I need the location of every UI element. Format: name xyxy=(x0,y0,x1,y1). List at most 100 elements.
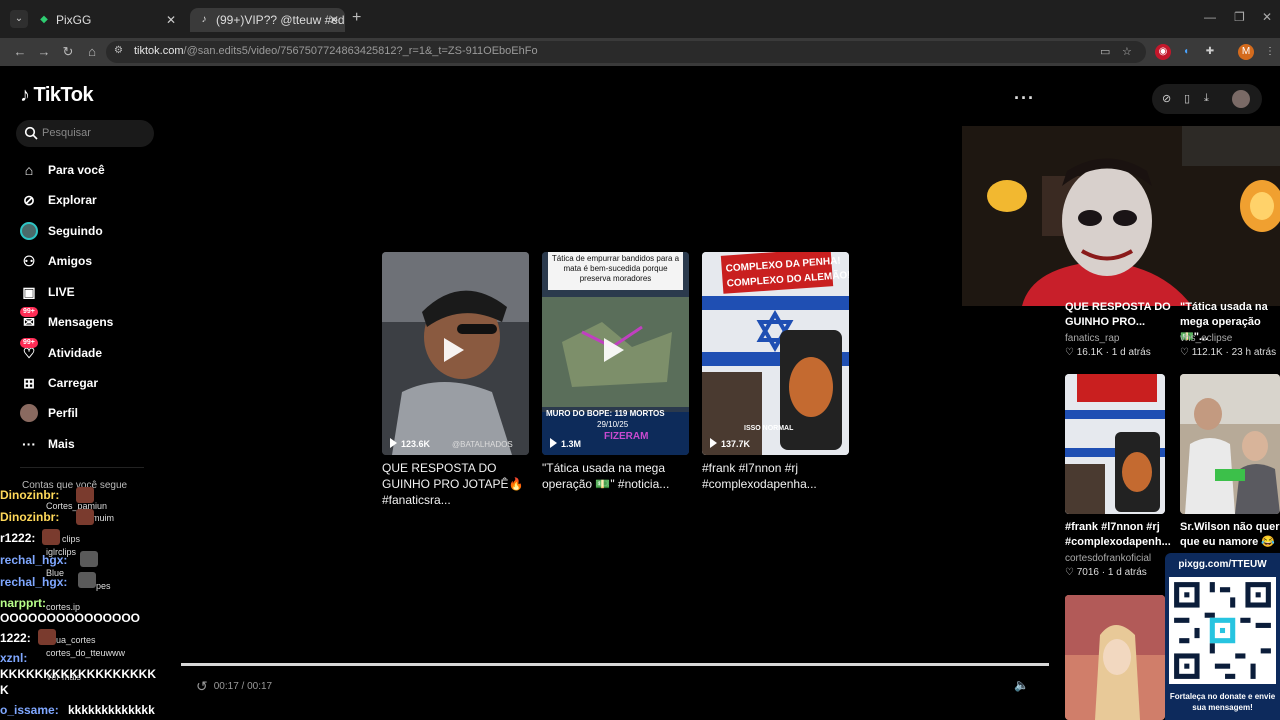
chat-message: K xyxy=(0,683,9,697)
player-time: ↺ 00:17 / 00:17 xyxy=(196,678,273,694)
download-icon[interactable]: ⤓ xyxy=(1204,92,1209,105)
video-caption[interactable]: #frank #l7nnon #rj #complexodapenha... xyxy=(702,460,854,492)
recommended-caption[interactable]: #frank #l7nnon #rj #complexodapenh... xyxy=(1065,520,1175,550)
thumbnail-watermark: @BATALHADOS xyxy=(452,440,513,449)
new-tab-icon[interactable]: + xyxy=(352,9,361,27)
bookmark-star-icon[interactable]: ☆ xyxy=(1122,45,1132,58)
pixgg-favicon-icon: ◆ xyxy=(40,14,48,25)
tab-title: PixGG xyxy=(56,13,92,27)
tab-tiktok[interactable]: ♪ (99+)VIP?? @tteuw #edit #tteuw ✕ xyxy=(190,8,345,32)
sidebar-item-atividade[interactable]: ♡ 99+ Atividade xyxy=(20,338,102,364)
volume-icon[interactable]: 🔈 xyxy=(1014,678,1029,692)
chat-username: Dinozinbr: xyxy=(0,488,60,502)
video-card[interactable]: COMPLEXO DA PENHA! COMPLEXO DO ALEMÃO! I… xyxy=(702,252,849,455)
tab-search-chevron-icon[interactable]: ⌄ xyxy=(10,10,28,28)
sidebar-item-seguindo[interactable]: Seguindo xyxy=(20,220,103,242)
close-tab-icon[interactable]: ✕ xyxy=(329,8,339,32)
video-card[interactable]: @BATALHADOS 123.6K xyxy=(382,252,529,455)
recommended-stats: ♡ 16.1K · 1 d atrás xyxy=(1065,347,1151,358)
back-icon[interactable]: ← xyxy=(10,42,30,62)
forward-icon[interactable]: → xyxy=(34,42,54,62)
recommended-thumbnail[interactable] xyxy=(1180,374,1280,514)
top-actions-bar: ⊘ ▯ ⤓ xyxy=(1152,84,1262,114)
following-account-name[interactable]: cortes_do_tteuwww xyxy=(46,648,125,658)
extensions-puzzle-icon[interactable]: ✚ xyxy=(1202,44,1218,60)
friends-icon: ⚇ xyxy=(22,253,36,269)
recommended-author[interactable]: fanatics_rap xyxy=(1065,333,1119,344)
recommended-stats: ♡ 7016 · 1 d atrás xyxy=(1065,567,1147,578)
following-account-name[interactable]: ua_cortes xyxy=(56,635,96,645)
chat-username: o_issame: xyxy=(0,703,59,717)
replay-icon[interactable]: ↺ xyxy=(196,678,208,694)
following-account-name[interactable]: clips xyxy=(62,534,80,544)
browser-menu-icon[interactable]: ⋮ xyxy=(1262,44,1278,60)
tiktok-favicon-icon: ♪ xyxy=(201,14,207,25)
extension-red-icon[interactable]: ◉ xyxy=(1155,44,1171,60)
video-card[interactable]: Tática de empurrar bandidos para a mata … xyxy=(542,252,689,455)
chat-message: OOOOOOOOOOOOOOO xyxy=(0,611,141,625)
video-progress-bar[interactable] xyxy=(181,663,1049,666)
recommended-caption[interactable]: QUE RESPOSTA DO GUINHO PRO... xyxy=(1065,300,1175,330)
chat-emote xyxy=(76,487,94,503)
address-bar[interactable]: ⚙ tiktok.com/@san.edits5/video/756750772… xyxy=(106,41,1146,63)
cast-icon[interactable]: ▭ xyxy=(1100,45,1110,58)
home-icon[interactable]: ⌂ xyxy=(82,42,102,62)
tiktok-logo[interactable]: ♪ TikTok xyxy=(20,84,94,107)
coin-icon[interactable]: ⊘ xyxy=(1162,92,1171,105)
chat-username: narpprt: xyxy=(0,596,46,610)
chat-username: rechal_hgx: xyxy=(0,575,68,589)
recommended-author[interactable]: vhs_eclipse xyxy=(1180,333,1232,344)
sidebar-item-para-voce[interactable]: ⌂ Para você xyxy=(20,159,105,181)
chat-message: KKKKKKKKKKKKKKKKKK xyxy=(0,667,156,681)
following-account-name[interactable]: pes xyxy=(96,581,111,591)
profile-avatar-icon xyxy=(20,404,38,422)
sidebar-item-carregar[interactable]: ⊞ Carregar xyxy=(20,372,98,394)
play-icon[interactable] xyxy=(444,338,464,362)
chat-emote xyxy=(76,509,94,525)
sidebar-item-live[interactable]: ▣ LIVE xyxy=(20,281,74,303)
donation-url: pixgg.com/TTEUW xyxy=(1178,559,1267,570)
sidebar-item-mensagens[interactable]: ✉ 99+ Mensagens xyxy=(20,307,113,333)
search-input[interactable]: Pesquisar xyxy=(16,120,154,147)
reload-icon[interactable]: ↻ xyxy=(58,42,78,62)
chat-emote xyxy=(38,629,56,645)
sidebar-item-amigos[interactable]: ⚇ Amigos xyxy=(20,250,92,272)
upload-icon: ⊞ xyxy=(23,375,35,391)
recommended-thumbnail[interactable] xyxy=(1065,374,1165,514)
sidebar-item-explorar[interactable]: ⊘ Explorar xyxy=(20,189,97,211)
browser-tab-bar: ⌄ ◆ PixGG ✕ ♪ (99+)VIP?? @tteuw #edit #t… xyxy=(0,0,1280,38)
compass-icon: ⊘ xyxy=(23,192,35,208)
progress-fill xyxy=(181,663,1049,666)
phone-app-icon[interactable]: ▯ xyxy=(1184,92,1190,105)
sidebar-item-perfil[interactable]: Perfil xyxy=(20,402,78,424)
close-window-icon[interactable]: ✕ xyxy=(1262,10,1272,24)
profile-avatar-icon[interactable]: M xyxy=(1238,44,1254,60)
sidebar-item-mais[interactable]: ··· Mais xyxy=(20,433,75,455)
chat-emote xyxy=(80,551,98,567)
play-icon[interactable] xyxy=(604,338,624,362)
view-count: 123.6K xyxy=(390,438,430,449)
video-caption[interactable]: QUE RESPOSTA DO GUINHO PRO JOTAPÊ🔥 #fana… xyxy=(382,460,534,508)
recommended-author[interactable]: cortesdofrankoficial xyxy=(1065,553,1151,564)
extension-audio-icon[interactable]: ◖ xyxy=(1178,44,1194,60)
site-info-icon[interactable]: ⚙ xyxy=(114,45,123,56)
minimize-icon[interactable]: — xyxy=(1204,10,1216,24)
following-account-name[interactable]: muim xyxy=(92,513,114,523)
recommended-thumbnail[interactable] xyxy=(1065,595,1165,720)
screen: ⌄ ◆ PixGG ✕ ♪ (99+)VIP?? @tteuw #edit #t… xyxy=(0,0,1280,720)
chat-username: rechal_hgx: xyxy=(0,553,68,567)
tab-pixgg[interactable]: ◆ PixGG ✕ xyxy=(30,8,182,32)
sidebar-divider xyxy=(20,467,144,468)
recommended-caption[interactable]: Sr.Wilson não quer que eu namore 😂 xyxy=(1180,520,1280,550)
maximize-icon[interactable]: ❐ xyxy=(1234,10,1245,24)
thumbnail-brand: FIZERAM xyxy=(604,431,648,442)
user-avatar[interactable] xyxy=(1232,90,1250,108)
more-options-icon[interactable]: ··· xyxy=(1014,88,1035,109)
thumbnail-lower-third: MURO DO BOPE: 119 MORTOS xyxy=(546,409,665,418)
recommended-thumbnail-image xyxy=(1180,374,1280,514)
donation-note: Fortaleça no donate e envie sua mensagem… xyxy=(1169,692,1276,712)
chat-username: Dinozinbr: xyxy=(0,510,60,524)
close-tab-icon[interactable]: ✕ xyxy=(166,8,176,32)
video-caption[interactable]: "Tática usada na mega operação 💵" #notic… xyxy=(542,460,694,492)
chat-username: 1222: xyxy=(0,631,31,645)
